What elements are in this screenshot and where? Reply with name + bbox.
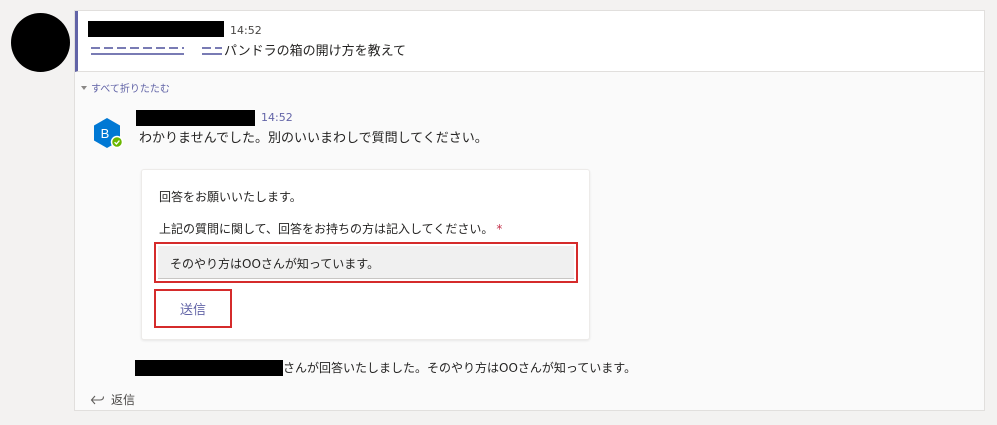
- send-button-label: 送信: [179, 303, 206, 318]
- original-post: 14:52 パンドラの箱の開け方を教えて: [75, 11, 984, 72]
- bot-timestamp: 14:52: [261, 111, 293, 124]
- triangle-down-icon: [81, 85, 87, 90]
- required-mark: *: [496, 222, 503, 236]
- bot-message: わかりませんでした。別のいいまわしで質問してください。: [139, 131, 488, 146]
- blurred-mention-short[interactable]: [202, 44, 222, 55]
- check-circle-icon: [110, 135, 123, 149]
- collapse-all-label: すべて折りたたむ: [91, 84, 170, 95]
- reply-link-label: 返信: [111, 393, 136, 407]
- reply-arrow-icon: [90, 395, 105, 404]
- redacted-responder-name: [135, 359, 283, 376]
- reply-link[interactable]: 返信: [90, 391, 135, 408]
- conversation-thread: 14:52 パンドラの箱の開け方を教えて すべて折りたたむ B 14:52 わか…: [74, 10, 985, 411]
- answer-input[interactable]: そのやり方はOOさんが知っています。: [158, 246, 574, 279]
- user-avatar[interactable]: [11, 13, 70, 72]
- reply-notification-text: さんが回答いたしました。そのやり方はOOさんが知っています。: [283, 361, 637, 375]
- answer-input-highlight: そのやり方はOOさんが知っています。: [154, 242, 578, 283]
- redacted-bot-name: [136, 110, 255, 126]
- card-question: 上記の質問に関して、回答をお持ちの方は記入してください。 *: [159, 220, 502, 237]
- reply-notification: さんが回答いたしました。そのやり方はOOさんが知っています。: [135, 359, 636, 376]
- send-button[interactable]: 送信: [154, 289, 232, 328]
- card-title: 回答をお願いいたします。: [159, 190, 302, 204]
- post-title: パンドラの箱の開け方を教えて: [224, 44, 407, 59]
- blurred-mention[interactable]: [91, 44, 184, 55]
- post-timestamp: 14:52: [230, 24, 262, 37]
- bot-avatar[interactable]: B: [91, 117, 123, 149]
- bot-avatar-letter: B: [101, 126, 110, 141]
- post-title-row: パンドラの箱の開け方を教えて: [91, 40, 406, 59]
- adaptive-card: 回答をお願いいたします。 上記の質問に関して、回答をお持ちの方は記入してください…: [141, 169, 590, 340]
- collapse-all-link[interactable]: すべて折りたたむ: [81, 80, 170, 95]
- redacted-author-name: [88, 21, 224, 37]
- card-question-text: 上記の質問に関して、回答をお持ちの方は記入してください。: [159, 222, 494, 236]
